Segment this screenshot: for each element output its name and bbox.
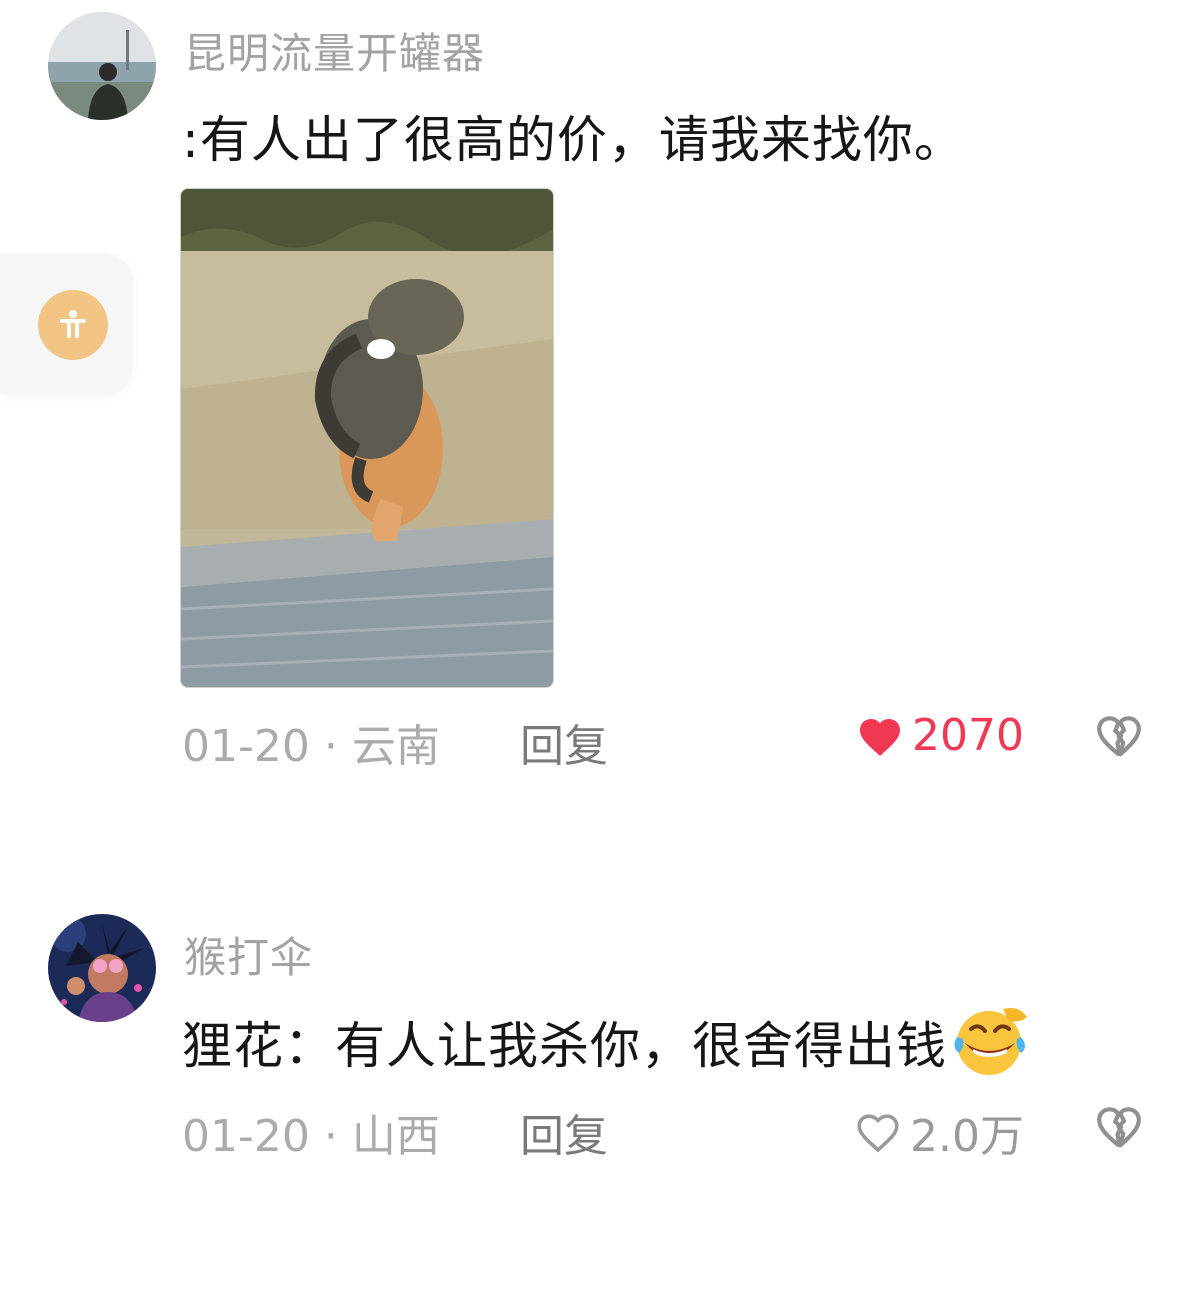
username[interactable]: 昆明流量开罐器 — [184, 20, 485, 81]
comment-item: 猴打伞 狸花：有人让我杀你，很舍得出钱 01-20 · 山西 回复 2.0万 — [0, 900, 1200, 1200]
like-button[interactable]: 2.0万 — [854, 1100, 1024, 1164]
avatar[interactable] — [48, 12, 156, 120]
like-count: 2.0万 — [910, 1111, 1024, 1162]
dislike-button[interactable] — [1094, 712, 1144, 758]
comment-item: 昆明流量开罐器 :有人出了很高的价，请我来找你。 01-20·云南 回复 2 — [0, 0, 1200, 820]
comment-text: 狸花：有人让我杀你，很舍得出钱 — [182, 1003, 1031, 1089]
comment-text-content: 狸花：有人让我杀你，很舍得出钱 — [182, 1017, 947, 1075]
broken-heart-icon — [1097, 716, 1141, 757]
separator: · — [323, 1111, 338, 1162]
face-with-tears-of-joy-icon — [949, 1003, 1031, 1089]
comment-text: :有人出了很高的价，请我来找你。 — [182, 111, 965, 169]
heart-outline-icon — [857, 1114, 899, 1153]
reply-button[interactable]: 回复 — [520, 710, 608, 774]
like-count: 2070 — [912, 710, 1024, 761]
comment-date: 01-20 — [182, 1111, 310, 1162]
comment-meta: 01-20 · 山西 — [182, 1100, 440, 1164]
accessibility-icon — [60, 310, 86, 338]
comment-location: 山西 — [351, 1111, 440, 1162]
broken-heart-icon — [1097, 1107, 1141, 1148]
comment-image[interactable] — [180, 188, 554, 688]
comment-location: 云南 — [351, 721, 440, 772]
comment-date: 01-20 — [182, 721, 310, 772]
accessibility-button[interactable] — [38, 290, 108, 360]
avatar[interactable] — [48, 914, 156, 1022]
reply-button[interactable]: 回复 — [520, 1100, 608, 1164]
comment-meta: 01-20 · 云南 — [182, 710, 440, 774]
username[interactable]: 猴打伞 — [184, 924, 313, 985]
dislike-button[interactable] — [1094, 1103, 1144, 1149]
separator: · — [323, 721, 338, 772]
heart-filled-icon — [860, 718, 901, 756]
like-button[interactable]: 2070 — [856, 710, 1024, 761]
